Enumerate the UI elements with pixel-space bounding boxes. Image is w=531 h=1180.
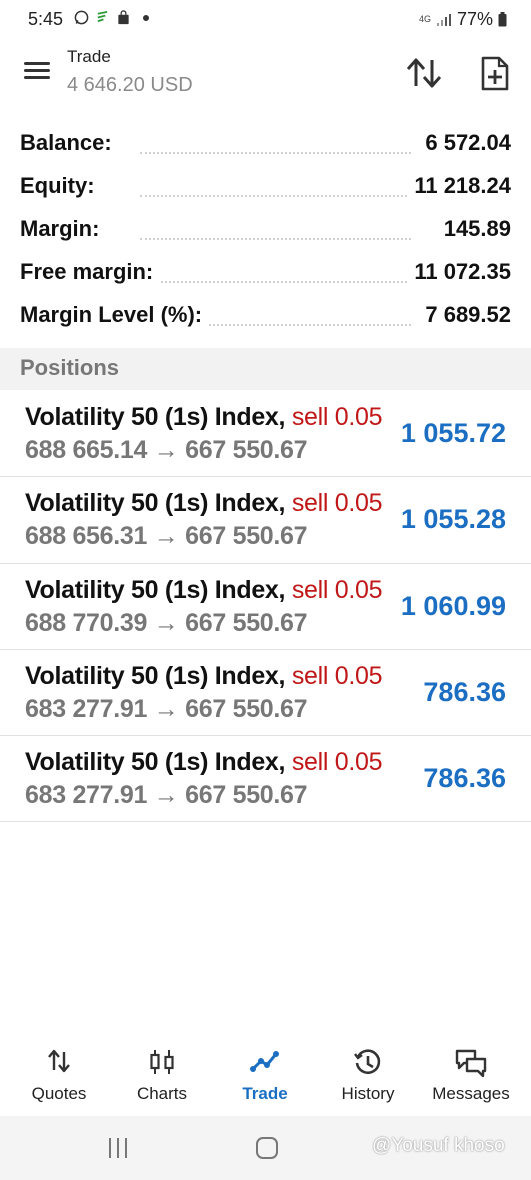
new-order-icon[interactable]: [479, 56, 511, 92]
dotted-leader: [140, 195, 411, 197]
open-price: 683 277.91: [25, 781, 148, 810]
position-type: sell 0.05: [291, 575, 383, 604]
open-price: 688 770.39: [25, 608, 148, 637]
nav-messages[interactable]: Messages: [419, 1040, 523, 1116]
nav-label: Charts: [136, 1084, 188, 1103]
position-symbol: Volatility 50 (1s) Index,: [25, 661, 286, 690]
dotted-leader: [140, 238, 411, 240]
position-row[interactable]: Volatility 50 (1s) Index, sell 0.05 688 …: [0, 477, 531, 564]
charts-icon: [150, 1050, 174, 1074]
position-symbol: Volatility 50 (1s) Index,: [25, 575, 286, 604]
summary-row-margin: Margin: 145.89: [0, 208, 531, 251]
menu-icon[interactable]: [24, 60, 52, 82]
margin-value: 145.89: [437, 216, 511, 242]
arrow-icon: →: [153, 608, 179, 637]
free-margin-label: Free margin:: [20, 259, 160, 285]
signal-icon: [436, 13, 451, 26]
position-row[interactable]: Volatility 50 (1s) Index, sell 0.05 688 …: [0, 564, 531, 650]
status-right: 4G 77%: [419, 9, 507, 30]
bottom-nav: Quotes Charts Trade History Messages: [0, 1040, 531, 1116]
position-symbol: Volatility 50 (1s) Index,: [25, 748, 286, 777]
position-type: sell 0.05: [291, 748, 383, 777]
balance-label: Balance:: [20, 130, 118, 156]
current-price: 667 550.67: [185, 608, 308, 637]
current-price: 667 550.67: [185, 436, 308, 464]
nav-label: Trade: [242, 1084, 288, 1103]
more-notifications-dot: [143, 14, 149, 21]
shopping-bag-icon: [118, 10, 129, 25]
arrow-icon: →: [153, 436, 179, 464]
messages-icon: [455, 1049, 487, 1078]
summary-row-margin-level: Margin Level (%): 7 689.52: [0, 294, 531, 337]
nav-label: History: [341, 1084, 395, 1103]
page-title: Trade: [67, 47, 111, 66]
position-profit: 786.36: [423, 676, 506, 707]
free-margin-value: 11 072.35: [408, 259, 511, 285]
summary-row-equity: Equity: 11 218.24: [0, 165, 531, 208]
status-time: 5:45: [28, 9, 64, 29]
home-button[interactable]: [256, 1137, 278, 1159]
position-symbol: Volatility 50 (1s) Index,: [25, 403, 286, 431]
position-row[interactable]: Volatility 50 (1s) Index, sell 0.05 683 …: [0, 650, 531, 737]
current-price: 667 550.67: [185, 694, 308, 723]
nav-label: Quotes: [31, 1084, 87, 1103]
position-type: sell 0.05: [291, 489, 383, 518]
arrow-icon: →: [153, 694, 179, 723]
status-bar: 5:45 4G 77%: [0, 0, 531, 38]
app-notification-icon: [97, 10, 108, 23]
margin-level-value: 7 689.52: [419, 302, 511, 328]
arrow-icon: →: [153, 781, 179, 810]
app-bar: Trade 4 646.20 USD: [0, 38, 531, 114]
nav-trade[interactable]: Trade: [213, 1040, 317, 1116]
position-profit: 1 055.72: [400, 418, 506, 448]
watermark: @Yousuf khoso: [372, 1135, 505, 1156]
profit-total: 4 646.20 USD: [67, 74, 193, 96]
nav-history[interactable]: History: [316, 1040, 420, 1116]
trade-icon: [250, 1051, 279, 1072]
positions-list: Volatility 50 (1s) Index, sell 0.05 688 …: [0, 391, 531, 823]
network-type: 4G: [418, 14, 431, 24]
balance-value: 6 572.04: [419, 130, 511, 156]
battery-icon: [498, 12, 507, 27]
position-row[interactable]: Volatility 50 (1s) Index, sell 0.05 683 …: [0, 736, 531, 823]
margin-level-label: Margin Level (%):: [20, 302, 209, 328]
position-profit: 786.36: [423, 763, 506, 794]
position-profit: 1 055.28: [400, 504, 506, 535]
equity-value: 11 218.24: [408, 173, 511, 199]
current-price: 667 550.67: [185, 522, 308, 551]
position-symbol: Volatility 50 (1s) Index,: [25, 489, 286, 518]
nav-quotes[interactable]: Quotes: [7, 1040, 111, 1116]
sort-icon[interactable]: [404, 56, 444, 90]
position-type: sell 0.05: [291, 661, 383, 690]
position-row[interactable]: Volatility 50 (1s) Index, sell 0.05 688 …: [0, 391, 531, 478]
history-icon: [354, 1049, 381, 1075]
position-type: sell 0.05: [291, 403, 383, 431]
notification-icons: [74, 10, 149, 25]
arrow-icon: →: [153, 522, 179, 551]
open-price: 688 656.31: [25, 522, 148, 551]
positions-header: Positions: [0, 348, 531, 390]
recents-button[interactable]: [108, 1138, 130, 1158]
summary-row-balance: Balance: 6 572.04: [0, 122, 531, 165]
battery-percent: 77%: [456, 9, 493, 29]
nav-label: Messages: [432, 1084, 510, 1103]
open-price: 683 277.91: [25, 694, 148, 723]
summary-row-free-margin: Free margin: 11 072.35: [0, 251, 531, 294]
equity-label: Equity:: [20, 173, 101, 199]
whatsapp-icon: [74, 10, 89, 25]
current-price: 667 550.67: [185, 781, 308, 810]
margin-label: Margin:: [20, 216, 106, 242]
account-summary: Balance: 6 572.04 Equity: 11 218.24 Marg…: [0, 122, 531, 337]
position-profit: 1 060.99: [400, 590, 506, 621]
nav-charts[interactable]: Charts: [110, 1040, 214, 1116]
open-price: 688 665.14: [25, 436, 148, 464]
dotted-leader: [140, 281, 411, 283]
dotted-leader: [140, 152, 411, 154]
positions-title: Positions: [20, 355, 120, 380]
quotes-icon: [48, 1049, 70, 1073]
system-nav-bar: @Yousuf khoso: [0, 1116, 531, 1180]
